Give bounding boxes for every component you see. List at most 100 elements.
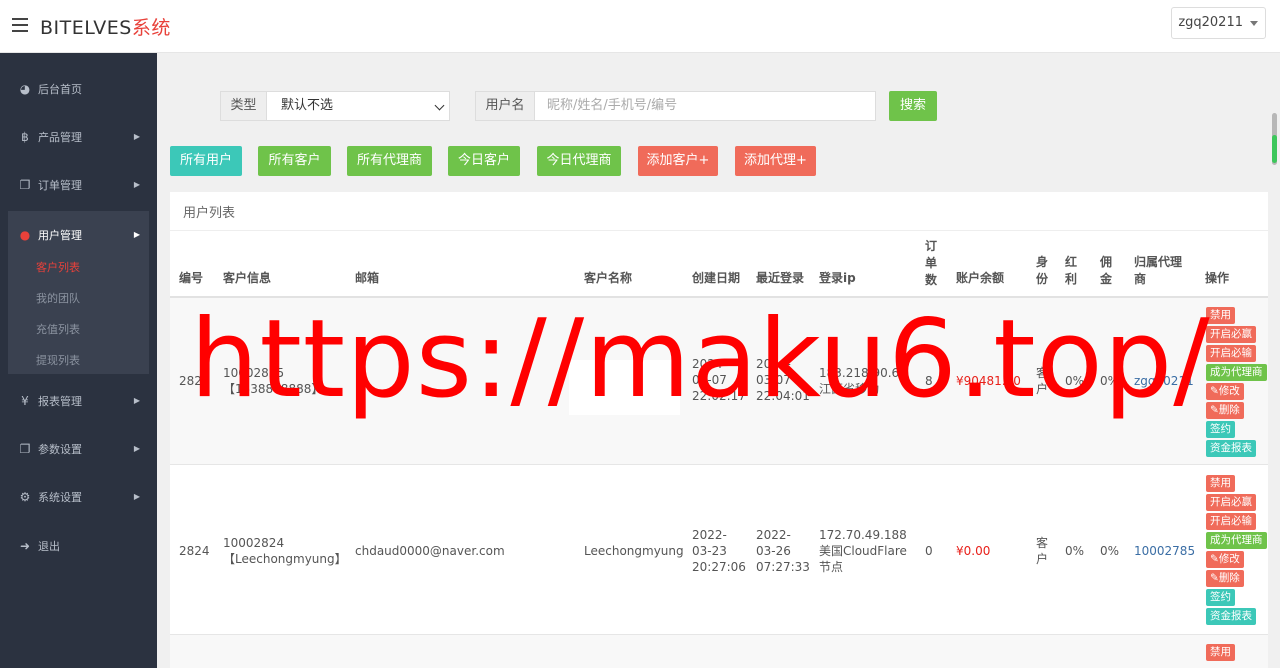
brand-logo: BITELVES系统 xyxy=(40,13,171,40)
column-header-actions: 操作 xyxy=(1205,271,1230,285)
edit-button[interactable]: ✎修改 xyxy=(1206,551,1244,568)
cell-commission: 0% xyxy=(1100,544,1120,558)
column-header-created: 创建日期 xyxy=(692,271,741,285)
column-header-email: 邮箱 xyxy=(355,271,380,285)
edit-button[interactable]: ✎修改 xyxy=(1206,383,1244,400)
disable-button[interactable]: 禁用 xyxy=(1206,475,1235,492)
header-line: 商 xyxy=(1134,272,1147,286)
copy-icon: ❐ xyxy=(19,178,31,192)
button-label: 删除 xyxy=(1218,572,1240,584)
copy-icon: ❐ xyxy=(19,442,31,456)
delete-button[interactable]: ✎删除 xyxy=(1206,570,1244,587)
contract-button[interactable]: 签约 xyxy=(1206,421,1235,438)
fund-report-button[interactable]: 资金报表 xyxy=(1206,440,1256,457)
sidebar-item-label: 订单管理 xyxy=(38,179,82,192)
sidebar-item-logout[interactable]: ➜ 退出 xyxy=(0,522,157,570)
pencil-icon: ✎ xyxy=(1210,404,1219,416)
pencil-icon: ✎ xyxy=(1210,385,1219,397)
username-input[interactable]: 昵称/姓名/手机号/编号 xyxy=(535,91,876,121)
sign-out-icon: ➜ xyxy=(19,539,31,553)
sidebar-item-dashboard[interactable]: ◕ 后台首页 xyxy=(0,65,157,113)
column-header-balance: 账户余额 xyxy=(956,271,1005,285)
brand-suffix: 系统 xyxy=(131,17,171,39)
cell-email: chdaud0000@naver.com xyxy=(355,544,505,558)
cell-line: 172.70.49.188 xyxy=(819,528,907,542)
force-lose-button[interactable]: 开启必输 xyxy=(1206,345,1256,362)
contract-button[interactable]: 签约 xyxy=(1206,589,1235,606)
force-win-button[interactable]: 开启必赢 xyxy=(1206,326,1256,343)
user-list-panel: 用户列表 编号 客户信息 邮箱 客户名称 创建日期 最近登录 登录ip 订 单 … xyxy=(170,192,1268,668)
sidebar-item-label: 报表管理 xyxy=(38,395,82,408)
cell-line: 2022- xyxy=(692,528,727,542)
sidebar-subitem-withdraw[interactable]: 提现列表 xyxy=(8,345,149,376)
sidebar-subitem-team[interactable]: 我的团队 xyxy=(8,283,149,314)
all-users-button[interactable]: 所有用户 xyxy=(170,146,242,176)
yen-icon: ¥ xyxy=(21,394,29,408)
column-header-last-login: 最近登录 xyxy=(756,271,805,285)
panel-title: 用户列表 xyxy=(183,206,236,221)
column-header-role: 身 份 xyxy=(1036,254,1048,288)
column-header-commission: 佣 金 xyxy=(1100,254,1112,288)
column-header-agent: 归属代理 商 xyxy=(1134,254,1182,288)
sidebar-item-label: 参数设置 xyxy=(38,443,82,456)
cell-line: 【Leechongmyung】 xyxy=(223,552,347,566)
disable-button[interactable]: 禁用 xyxy=(1206,644,1235,661)
fund-report-button[interactable]: 资金报表 xyxy=(1206,608,1256,625)
menu-toggle-icon[interactable] xyxy=(12,18,28,32)
sidebar: ◕ 后台首页 ฿产品管理 ▶ ❐ 订单管理 ▶ ● 用户管理 ▶ 客户列表 我的团队 充值列… xyxy=(0,53,157,668)
make-agent-button[interactable]: 成为代理商 xyxy=(1206,364,1267,381)
sidebar-item-products[interactable]: ฿ 产品管理 ▶ xyxy=(0,113,157,161)
type-select-value: 默认不选 xyxy=(281,98,334,113)
all-customers-button[interactable]: 所有客户 xyxy=(258,146,331,176)
header-line: 金 xyxy=(1100,272,1113,286)
sidebar-item-system[interactable]: ⚙ 系统设置 ▶ xyxy=(0,473,157,521)
cell-line: 03-26 xyxy=(756,544,791,558)
type-label: 类型 xyxy=(220,91,267,121)
divider xyxy=(170,230,1268,231)
button-label: 修改 xyxy=(1218,385,1240,397)
cell-orders: 0 xyxy=(925,544,933,558)
force-lose-button[interactable]: 开启必输 xyxy=(1206,513,1256,530)
add-customer-button[interactable]: 添加客户+ xyxy=(638,146,718,176)
sidebar-item-label: 用户管理 xyxy=(38,229,82,242)
cell-info: 10002824 【Leechongmyung】 xyxy=(223,535,347,567)
sidebar-subitem-customers[interactable]: 客户列表 xyxy=(8,252,149,283)
button-label: 修改 xyxy=(1218,553,1240,565)
cell-last-login: 2022- 03-26 07:27:33 xyxy=(756,527,810,575)
search-button[interactable]: 搜索 xyxy=(889,91,937,121)
cell-agent-link[interactable]: 10002785 xyxy=(1134,543,1195,559)
cell-line: 10002824 xyxy=(223,536,285,550)
chevron-down-icon xyxy=(434,100,445,111)
sidebar-subitem-recharge[interactable]: 充值列表 xyxy=(8,314,149,345)
sidebar-item-orders[interactable]: ❐ 订单管理 ▶ xyxy=(0,161,157,209)
column-header-orders: 订 单 数 xyxy=(925,238,937,289)
user-dropdown[interactable]: zgq20211 xyxy=(1171,7,1266,39)
all-agents-button[interactable]: 所有代理商 xyxy=(347,146,432,176)
today-customers-button[interactable]: 今日客户 xyxy=(448,146,520,176)
cell-bonus: 0% xyxy=(1065,544,1085,558)
cell-line: 客 xyxy=(1036,536,1049,550)
row-divider xyxy=(170,464,1268,465)
force-win-button[interactable]: 开启必赢 xyxy=(1206,494,1256,511)
header-line: 份 xyxy=(1036,272,1049,286)
delete-button[interactable]: ✎删除 xyxy=(1206,402,1244,419)
type-select[interactable]: 默认不选 xyxy=(267,91,450,121)
add-agent-button[interactable]: 添加代理+ xyxy=(735,146,816,176)
sidebar-item-params[interactable]: ❐ 参数设置 ▶ xyxy=(0,425,157,473)
caret-right-icon: ▶ xyxy=(133,396,140,405)
make-agent-button[interactable]: 成为代理商 xyxy=(1206,532,1267,549)
username-label: 用户名 xyxy=(475,91,535,121)
scrollbar-thumb[interactable] xyxy=(1272,135,1277,163)
pencil-icon: ✎ xyxy=(1210,572,1219,584)
today-agents-button[interactable]: 今日代理商 xyxy=(537,146,621,176)
column-header-ip: 登录ip xyxy=(819,271,856,285)
brand-name: BITELVES xyxy=(40,17,132,39)
sidebar-item-reports[interactable]: ¥ 报表管理 ▶ xyxy=(0,377,157,425)
cell-line: 节点 xyxy=(819,560,844,574)
column-header-id: 编号 xyxy=(179,271,204,285)
sidebar-item-label: 产品管理 xyxy=(38,131,82,144)
header-line: 身 xyxy=(1036,255,1049,269)
header-line: 归属代理 xyxy=(1134,255,1183,269)
column-header-name: 客户名称 xyxy=(584,271,633,285)
cell-line: 美国CloudFlare xyxy=(819,544,907,558)
